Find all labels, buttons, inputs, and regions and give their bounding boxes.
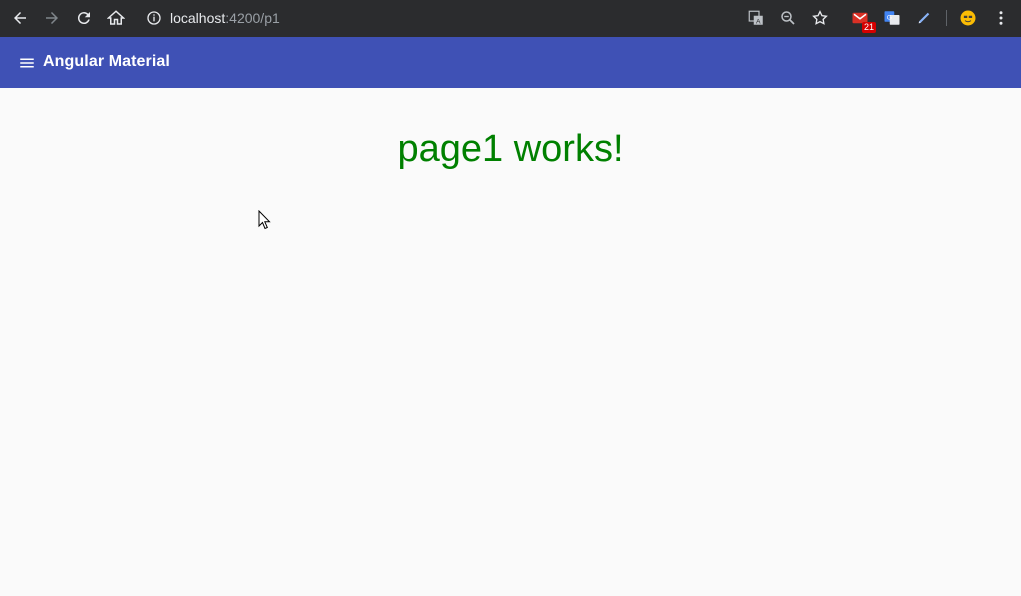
reload-icon[interactable] — [71, 6, 97, 30]
main-content: page1 works! — [0, 88, 1021, 596]
gmail-icon[interactable]: 21 — [849, 7, 876, 33]
more-icon[interactable] — [990, 7, 1012, 29]
back-icon[interactable] — [7, 6, 33, 30]
forward-icon[interactable] — [39, 6, 65, 30]
translate-icon[interactable]: A — [745, 7, 767, 29]
google-translate-icon[interactable]: G — [881, 7, 903, 29]
svg-text:A: A — [756, 18, 761, 25]
home-icon[interactable] — [103, 6, 129, 30]
browser-toolbar: localhost:4200/p1 A 21 G — [0, 0, 1021, 37]
svg-text:G: G — [887, 15, 892, 22]
app-title: Angular Material — [43, 53, 170, 70]
gmail-badge: 21 — [861, 22, 876, 33]
profile-avatar-icon[interactable] — [957, 7, 979, 29]
menu-icon[interactable] — [16, 52, 38, 74]
info-icon[interactable] — [146, 10, 162, 26]
address-bar[interactable]: localhost:4200/p1 — [146, 6, 280, 30]
page-heading: page1 works! — [397, 128, 624, 170]
pen-icon[interactable] — [913, 7, 935, 29]
bookmark-star-icon[interactable] — [809, 7, 831, 29]
mouse-cursor-icon — [258, 210, 271, 230]
url-host: localhost — [170, 10, 226, 26]
toolbar-divider — [946, 10, 947, 26]
url-path: :4200/p1 — [225, 10, 280, 26]
app-toolbar: Angular Material — [0, 37, 1021, 88]
zoom-icon[interactable] — [777, 7, 799, 29]
